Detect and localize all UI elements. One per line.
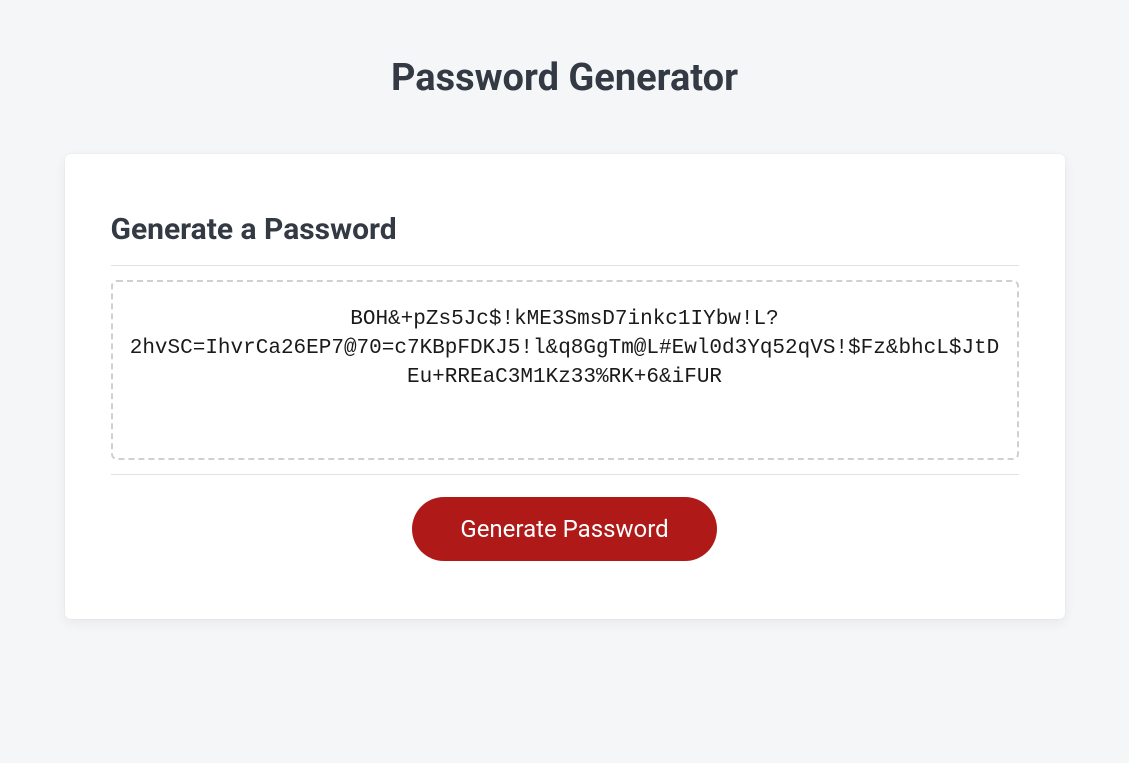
generate-password-button[interactable]: Generate Password [412,497,716,561]
card-heading: Generate a Password [111,212,1019,247]
password-output: BOH&+pZs5Jc$!kME3SmsD7inkc1IYbw!L?2hvSC=… [111,280,1019,460]
button-row: Generate Password [111,497,1019,561]
generator-card: Generate a Password BOH&+pZs5Jc$!kME3Sms… [65,154,1065,619]
page-title: Password Generator [391,56,738,100]
divider-bottom [111,474,1019,475]
divider-top [111,265,1019,266]
